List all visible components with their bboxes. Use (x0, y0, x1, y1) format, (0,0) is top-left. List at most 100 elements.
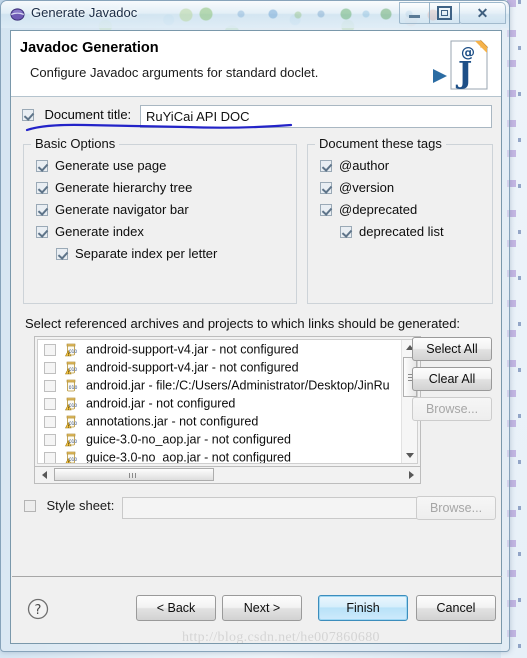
svg-text:010: 010 (69, 349, 77, 354)
row-checkbox[interactable] (44, 343, 56, 356)
select-all-button[interactable]: Select All (412, 337, 492, 361)
checkbox-tag-deprecated[interactable] (320, 203, 332, 216)
list-item[interactable]: 010 android.jar - not configured (38, 394, 401, 412)
browse-style-sheet-button[interactable]: Browse... (416, 496, 496, 520)
next-button[interactable]: Next > (222, 595, 302, 621)
blue-underline-annotation (25, 121, 295, 135)
eclipse-globe-icon (10, 7, 25, 22)
checkbox-generate-hierarchy-tree[interactable] (36, 181, 48, 194)
archives-horizontal-scrollbar[interactable] (34, 467, 421, 484)
label-generate-use-page: Generate use page (55, 158, 167, 174)
row-checkbox[interactable] (44, 451, 56, 463)
document-title-checkbox[interactable] (22, 108, 34, 121)
list-item[interactable]: 010 guice-3.0-no_aop.jar - not configure… (38, 430, 401, 448)
window-title: Generate Javadoc (31, 5, 138, 20)
back-button[interactable]: < Back (136, 595, 216, 621)
page-subtitle: Configure Javadoc arguments for standard… (30, 65, 319, 80)
label-tag-author: @author (339, 158, 390, 174)
javadoc-dialog: Javadoc Generation Configure Javadoc arg… (10, 30, 502, 644)
jar-icon: 010 (64, 379, 78, 393)
archives-label: Select referenced archives and projects … (25, 316, 461, 331)
option-tag-version[interactable]: @version (320, 179, 394, 195)
horizontal-scroll-thumb[interactable] (54, 468, 214, 481)
close-icon[interactable]: ✕ (459, 2, 506, 24)
row-checkbox[interactable] (44, 415, 56, 428)
label-separate-index-per-letter: Separate index per letter (75, 246, 218, 262)
window-titlebar[interactable]: Generate Javadoc ✕ (1, 1, 509, 28)
archives-rows: 010 android-support-v4.jar - not configu… (38, 340, 401, 464)
option-generate-index[interactable]: Generate index (36, 223, 144, 239)
row-checkbox[interactable] (44, 397, 56, 410)
svg-text:010: 010 (69, 457, 77, 462)
jar-warning-icon: 010 (64, 361, 78, 375)
label-generate-navigator-bar: Generate navigator bar (55, 202, 189, 218)
jar-warning-icon: 010 (64, 397, 78, 411)
svg-text:?: ? (35, 603, 42, 618)
checkbox-separate-index-per-letter[interactable] (56, 247, 68, 260)
row-checkbox[interactable] (44, 433, 56, 446)
label-tag-version: @version (339, 180, 395, 196)
list-item-label: guice-3.0-no_aop.jar - not configured (85, 432, 291, 447)
style-sheet-label: Style sheet: (46, 498, 115, 514)
restore-icon[interactable] (429, 2, 460, 24)
jar-warning-icon: 010 (64, 343, 78, 357)
list-item-label: android-support-v4.jar - not configured (85, 360, 299, 375)
checkbox-tag-version[interactable] (320, 181, 332, 194)
list-item-label: android.jar - file:/C:/Users/Administrat… (85, 378, 390, 393)
label-generate-index: Generate index (55, 224, 144, 240)
scroll-right-icon[interactable] (403, 467, 419, 482)
list-item[interactable]: 010 android-support-v4.jar - not configu… (38, 358, 401, 376)
basic-options-legend: Basic Options (31, 136, 120, 151)
window-controls: ✕ (399, 2, 506, 24)
option-tag-deprecated[interactable]: @deprecated (320, 201, 417, 217)
jar-warning-icon: 010 (64, 433, 78, 447)
wizard-page-content: Document title: Basic Options Generate u… (11, 97, 502, 643)
list-item-label: android.jar - not configured (85, 396, 236, 411)
archives-list[interactable]: 010 android-support-v4.jar - not configu… (34, 336, 421, 467)
scroll-down-icon[interactable] (402, 448, 417, 463)
label-deprecated-list: deprecated list (359, 224, 444, 240)
browse-archives-button[interactable]: Browse... (412, 397, 492, 421)
jar-warning-icon: 010 (64, 415, 78, 429)
style-sheet-checkbox[interactable] (24, 499, 36, 512)
list-item[interactable]: 010 android-support-v4.jar - not configu… (38, 340, 401, 358)
generate-javadoc-window: Generate Javadoc ✕ Javadoc Generation Co… (0, 0, 510, 652)
svg-text:010: 010 (69, 421, 77, 426)
cancel-button[interactable]: Cancel (416, 595, 496, 621)
svg-text:010: 010 (69, 439, 77, 444)
document-tags-legend: Document these tags (315, 136, 446, 151)
minimize-icon[interactable] (399, 2, 430, 24)
style-sheet-row: Style sheet: Browse... (24, 496, 496, 521)
option-generate-navigator-bar[interactable]: Generate navigator bar (36, 201, 189, 217)
style-sheet-input[interactable] (122, 497, 419, 519)
checkbox-generate-navigator-bar[interactable] (36, 203, 48, 216)
checkbox-deprecated-list[interactable] (340, 225, 352, 238)
checkbox-generate-use-page[interactable] (36, 159, 48, 172)
option-tag-author[interactable]: @author (320, 157, 389, 173)
option-generate-use-page[interactable]: Generate use page (36, 157, 166, 173)
watermark-text: http://blog.csdn.net/he007860680 (182, 630, 380, 645)
option-generate-hierarchy-tree[interactable]: Generate hierarchy tree (36, 179, 192, 195)
svg-text:010: 010 (69, 367, 77, 372)
finish-button[interactable]: Finish (318, 595, 408, 621)
page-title: Javadoc Generation (20, 40, 159, 56)
label-tag-deprecated: @deprecated (339, 202, 418, 218)
list-item-label: annotations.jar - not configured (85, 414, 259, 429)
list-item[interactable]: 010 annotations.jar - not configured (38, 412, 401, 430)
scroll-left-icon[interactable] (36, 467, 52, 482)
list-item[interactable]: 010 guice-3.0-no_aop.jar - not configure… (38, 448, 401, 464)
help-question-icon[interactable]: ? (27, 598, 49, 620)
basic-options-group: Basic Options Generate use page Generate… (23, 136, 297, 304)
option-deprecated-list[interactable]: deprecated list (340, 223, 444, 239)
row-checkbox[interactable] (44, 379, 56, 392)
list-item[interactable]: 010 android.jar - file:/C:/Users/Adminis… (38, 376, 401, 394)
svg-text:010: 010 (69, 385, 78, 391)
clear-all-button[interactable]: Clear All (412, 367, 492, 391)
list-item-label: guice-3.0-no_aop.jar - not configured (85, 450, 291, 464)
checkbox-generate-index[interactable] (36, 225, 48, 238)
archives-list-inner: 010 android-support-v4.jar - not configu… (37, 339, 418, 464)
row-checkbox[interactable] (44, 361, 56, 374)
option-separate-index-per-letter[interactable]: Separate index per letter (56, 245, 217, 261)
checkbox-tag-author[interactable] (320, 159, 332, 172)
svg-text:010: 010 (69, 403, 77, 408)
